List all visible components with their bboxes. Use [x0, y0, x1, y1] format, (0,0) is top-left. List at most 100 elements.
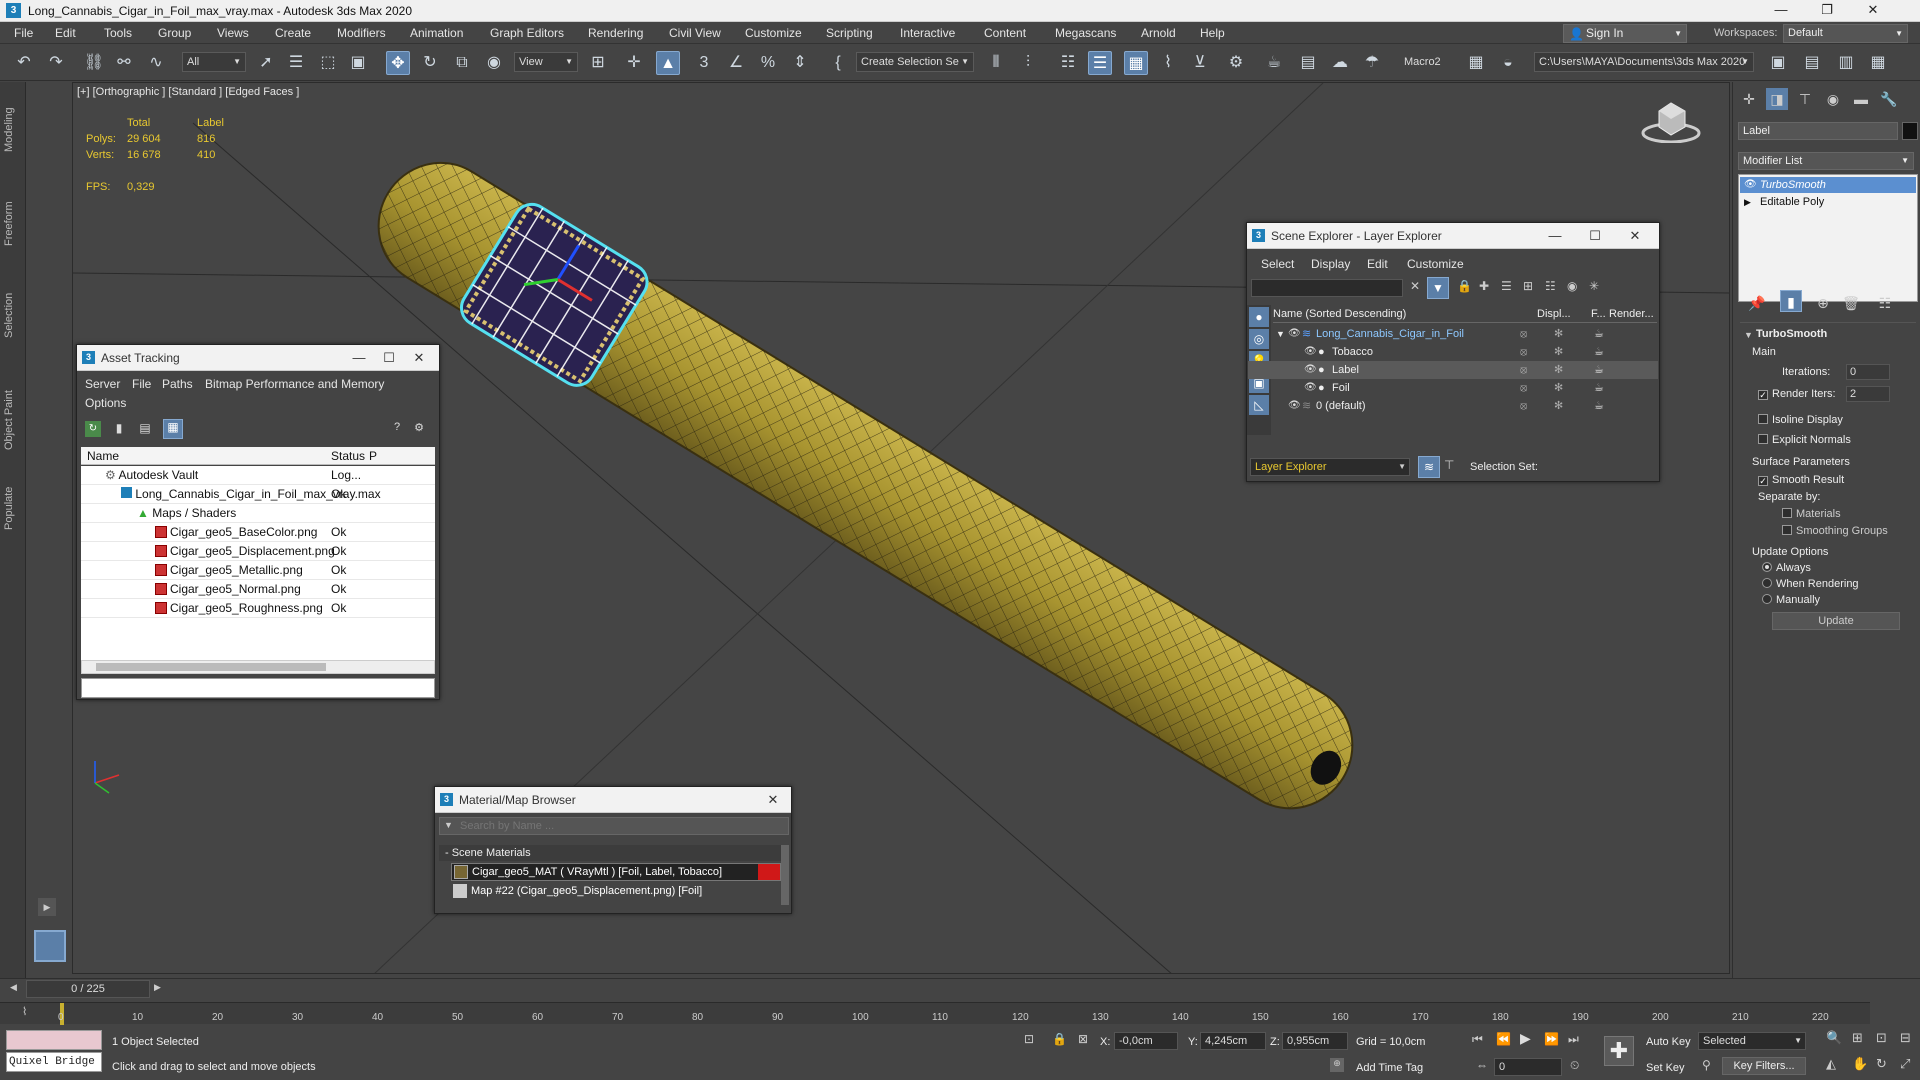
table-row[interactable]: Cigar_geo5_Displacement.png Ok: [81, 542, 435, 561]
menu-select[interactable]: Select: [1261, 257, 1294, 271]
display-tab-icon[interactable]: ▬: [1850, 88, 1872, 110]
collapse-icon[interactable]: ▼: [1276, 325, 1285, 343]
time-prev-icon[interactable]: ◀: [10, 982, 22, 996]
table-row[interactable]: Cigar_geo5_BaseColor.png Ok: [81, 523, 435, 542]
materials-checkbox[interactable]: Materials: [1782, 508, 1841, 520]
maximize-button[interactable]: ❐: [1804, 0, 1850, 22]
minimize-button[interactable]: —: [1758, 0, 1804, 22]
freeze-icon[interactable]: ✻: [1554, 379, 1563, 397]
snaps-toggle-icon[interactable]: 3: [692, 51, 716, 75]
menu-animation[interactable]: Animation: [410, 26, 463, 40]
menu-tools[interactable]: Tools: [104, 26, 132, 40]
eye-icon[interactable]: 👁: [1288, 397, 1301, 415]
menu-modifiers[interactable]: Modifiers: [337, 26, 386, 40]
play-triangle-icon[interactable]: ▶: [38, 898, 56, 916]
clear-icon[interactable]: ✕: [1407, 279, 1423, 297]
render-icon[interactable]: ☕: [1594, 361, 1604, 379]
display-icon[interactable]: ⦻: [1520, 397, 1527, 415]
column-status[interactable]: Status: [331, 449, 365, 463]
redo-icon[interactable]: ↷: [44, 51, 68, 75]
layer-row[interactable]: 👁 ● Label ⦻ ✻ ☕: [1248, 361, 1658, 379]
ribbon-tab-object-paint[interactable]: Object Paint: [3, 380, 23, 450]
toggle-ribbon-icon[interactable]: ▦: [1124, 51, 1148, 75]
make-unique-icon[interactable]: ⊕: [1812, 292, 1834, 314]
zoom-icon[interactable]: 🔍: [1826, 1030, 1842, 1046]
project-files-icon[interactable]: ▦: [1866, 51, 1890, 75]
menu-paths[interactable]: Paths: [162, 377, 193, 391]
ribbon-tab-selection[interactable]: Selection: [3, 284, 23, 338]
eye-icon[interactable]: 👁: [1288, 325, 1301, 343]
y-coordinate-field[interactable]: 4,245cm: [1200, 1032, 1266, 1050]
modifier-list-dropdown[interactable]: Modifier List ▼: [1738, 152, 1914, 170]
minimize-button[interactable]: —: [1545, 226, 1565, 246]
go-to-start-icon[interactable]: ⏮: [1472, 1032, 1483, 1047]
menu-edit[interactable]: Edit: [1367, 257, 1388, 271]
set-current-layer-icon[interactable]: ☷: [1545, 279, 1556, 293]
maximize-button[interactable]: ☐: [1585, 226, 1605, 246]
minimize-button[interactable]: —: [349, 348, 369, 368]
table-row[interactable]: Cigar_geo5_Metallic.png Ok: [81, 561, 435, 580]
filter-icon[interactable]: ▼: [1427, 277, 1449, 299]
mirror-icon[interactable]: ⫴: [984, 51, 1008, 75]
modify-tab-icon[interactable]: ◨: [1766, 88, 1788, 110]
radio-unselected[interactable]: [1762, 578, 1772, 588]
project-folder-icon[interactable]: ▣: [1766, 51, 1790, 75]
render-icon[interactable]: ☕: [1594, 397, 1604, 415]
scene-explorer-titlebar[interactable]: 3 Scene Explorer - Layer Explorer — ☐ ✕: [1247, 223, 1659, 249]
maximize-button[interactable]: ☐: [379, 348, 399, 368]
layers-icon[interactable]: ☰: [1501, 279, 1512, 293]
selection-filter-dropdown[interactable]: All ▼: [182, 52, 246, 72]
menu-file[interactable]: File: [132, 377, 151, 391]
hierarchy-icon[interactable]: ⊤: [1444, 458, 1454, 472]
menu-customize[interactable]: Customize: [1407, 257, 1464, 271]
isoline-display-checkbox[interactable]: Isoline Display: [1758, 414, 1843, 426]
explorer-type-dropdown[interactable]: Layer Explorer ▼: [1250, 458, 1410, 476]
layer-row[interactable]: ▼ 👁 ≋ Long_Cannabis_Cigar_in_Foil ⦻ ✻ ☕: [1248, 325, 1658, 343]
menu-scripting[interactable]: Scripting: [826, 26, 873, 40]
close-button[interactable]: ✕: [409, 348, 429, 368]
column-name[interactable]: Name (Sorted Descending): [1273, 308, 1406, 320]
pin-stack-icon[interactable]: 📌: [1746, 292, 1768, 314]
macro-label[interactable]: Macro2: [1404, 56, 1441, 68]
selection-lock-icon[interactable]: 🔒: [1052, 1032, 1067, 1046]
align-icon[interactable]: ⫶: [1016, 51, 1040, 75]
edit-named-selection-icon[interactable]: {: [826, 51, 850, 75]
bind-space-warp-icon[interactable]: ∿: [144, 51, 168, 75]
mini-curve-editor-icon[interactable]: ⌇: [22, 1005, 27, 1018]
checkbox-checked[interactable]: ✓: [1758, 390, 1768, 400]
current-frame-field[interactable]: 0: [1494, 1058, 1562, 1076]
sync-selection-icon[interactable]: ✳: [1589, 279, 1599, 293]
radio-selected[interactable]: [1762, 562, 1772, 572]
list-view-icon[interactable]: ▮: [111, 421, 127, 437]
manually-radio[interactable]: Manually: [1762, 594, 1820, 606]
next-frame-icon[interactable]: ⏩: [1544, 1032, 1559, 1046]
render-icon[interactable]: ☕: [1594, 343, 1604, 361]
keyboard-shortcut-override-icon[interactable]: ▲: [656, 51, 680, 75]
utilities-tab-icon[interactable]: 🔧: [1878, 88, 1900, 110]
ref-coord-dropdown[interactable]: View ▼: [514, 52, 578, 72]
checkbox-unchecked[interactable]: [1758, 414, 1768, 424]
column-name[interactable]: Name: [87, 449, 119, 463]
shell-macro-icon[interactable]: ◒: [1496, 51, 1520, 75]
close-button[interactable]: ✕: [763, 790, 783, 810]
smoothing-groups-checkbox[interactable]: Smoothing Groups: [1782, 525, 1888, 537]
checkbox-unchecked[interactable]: [1782, 508, 1792, 518]
viewport-label[interactable]: [+] [Orthographic ] [Standard ] [Edged F…: [77, 86, 299, 98]
time-tag-icon[interactable]: ⊕: [1330, 1058, 1344, 1072]
render-icon[interactable]: ☕: [1594, 379, 1604, 397]
thumbnail-view-icon[interactable]: ▤: [137, 421, 153, 437]
update-button[interactable]: Update: [1772, 612, 1900, 630]
menu-content[interactable]: Content: [984, 26, 1026, 40]
cigar-mesh[interactable]: [352, 135, 1378, 836]
menu-server[interactable]: Server: [85, 377, 120, 391]
link-icon[interactable]: ⛓: [82, 51, 106, 75]
go-to-end-icon[interactable]: ⏭: [1568, 1032, 1579, 1047]
freeze-icon[interactable]: ✻: [1554, 325, 1563, 343]
map-item[interactable]: Map #22 (Cigar_geo5_Displacement.png) [F…: [451, 883, 781, 901]
rotate-icon[interactable]: ↻: [418, 51, 442, 75]
menu-megascans[interactable]: Megascans: [1055, 26, 1116, 40]
menu-create[interactable]: Create: [275, 26, 311, 40]
scrollbar-thumb[interactable]: [96, 663, 326, 671]
render-iters-spinner[interactable]: 2: [1846, 386, 1890, 402]
window-crossing-icon[interactable]: ▣: [346, 51, 370, 75]
